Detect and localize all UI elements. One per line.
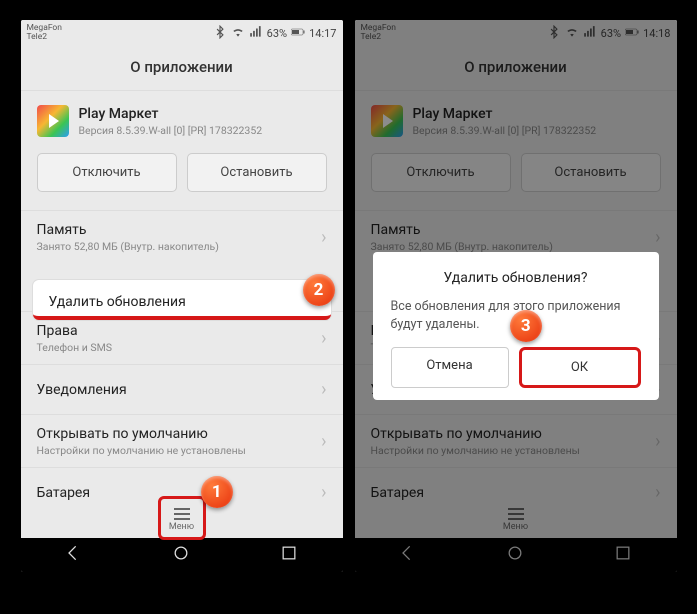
app-header: Play Маркет Версия 8.5.39.W-all [0] [PR]… bbox=[21, 91, 343, 145]
disable-button[interactable]: Отключить bbox=[37, 153, 177, 192]
app-name: Play Маркет bbox=[79, 106, 263, 122]
stop-button[interactable]: Остановить bbox=[187, 153, 327, 192]
status-bar: MegaFon Tele2 63% 14:17 bbox=[21, 20, 343, 46]
phone-screenshot-left: MegaFon Tele2 63% 14:17 О при bbox=[21, 20, 343, 572]
play-store-icon bbox=[37, 105, 69, 137]
chevron-right-icon: › bbox=[321, 379, 326, 400]
carrier-2: Tele2 bbox=[27, 33, 62, 42]
app-version: Версия 8.5.39.W-all [0] [PR] 178322352 bbox=[79, 124, 263, 137]
step-highlight-1 bbox=[158, 496, 206, 540]
step-badge-3: 3 bbox=[510, 310, 542, 342]
battery-percent: 63% bbox=[267, 27, 287, 40]
chevron-right-icon: › bbox=[321, 431, 326, 452]
system-navbar bbox=[21, 538, 343, 572]
row-memory[interactable]: Память Занято 52,80 МБ (Внутр. накопител… bbox=[21, 210, 343, 263]
context-menu: Удалить обновления 2 bbox=[33, 280, 331, 320]
wifi-icon bbox=[231, 25, 245, 42]
confirm-dialog: Удалить обновления? Все обновления для э… bbox=[373, 252, 659, 400]
home-icon[interactable] bbox=[171, 543, 191, 567]
bluetooth-icon bbox=[213, 25, 227, 42]
clock: 14:17 bbox=[309, 27, 336, 40]
dialog-title: Удалить обновления? bbox=[391, 270, 641, 286]
signal-icon bbox=[249, 25, 263, 42]
phone-screenshot-right: MegaFon Tele2 63% 14:18 О приложении Pla… bbox=[355, 20, 677, 572]
step-badge-2: 2 bbox=[303, 274, 335, 306]
recents-icon[interactable] bbox=[279, 543, 299, 567]
row-notifications[interactable]: Уведомления › bbox=[21, 364, 343, 414]
delete-updates-item[interactable]: Удалить обновления bbox=[49, 294, 315, 310]
cancel-button[interactable]: Отмена bbox=[391, 347, 509, 388]
ok-button[interactable]: ОК bbox=[519, 347, 641, 388]
chevron-right-icon: › bbox=[321, 227, 326, 248]
step-badge-1: 1 bbox=[201, 476, 233, 508]
row-open-default[interactable]: Открывать по умолчанию Настройки по умол… bbox=[21, 414, 343, 467]
page-title: О приложении bbox=[21, 46, 343, 91]
chevron-right-icon: › bbox=[321, 328, 326, 349]
battery-icon bbox=[291, 25, 305, 42]
back-icon[interactable] bbox=[64, 543, 84, 567]
